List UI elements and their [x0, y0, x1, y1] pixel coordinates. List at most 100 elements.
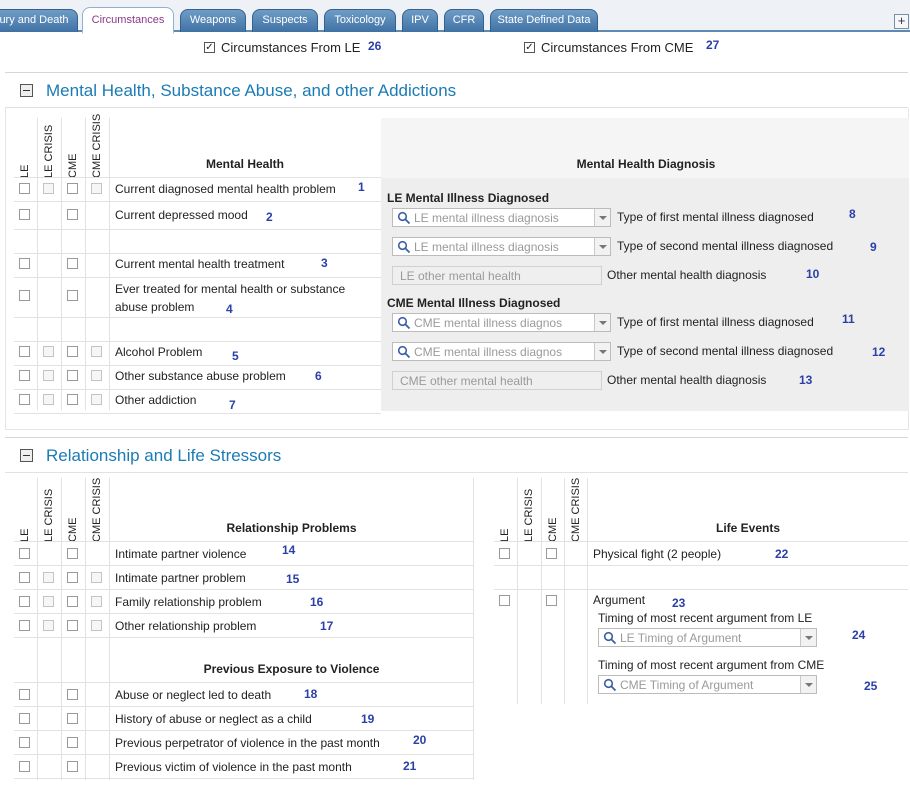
argument-le-checkbox[interactable] — [499, 595, 510, 606]
fight-label: Physical fight (2 people) — [593, 547, 722, 561]
rel-row3-le-checkbox[interactable] — [19, 596, 30, 607]
rel-row3-cme-crisis-checkbox[interactable] — [91, 596, 102, 607]
le-first-diagnosis-select[interactable]: LE mental illness diagnosis — [392, 208, 611, 227]
row5-cme-checkbox[interactable] — [67, 346, 78, 357]
rel-row1-le-checkbox[interactable] — [19, 548, 30, 559]
chevron-down-icon[interactable] — [594, 238, 610, 255]
argument-cme-timing-num: 25 — [864, 679, 878, 693]
tab-weapons[interactable]: Weapons — [180, 9, 246, 32]
search-icon — [603, 678, 617, 692]
tab-circumstances[interactable]: Circumstances — [82, 7, 174, 34]
cme-other-mental-health-num: 13 — [799, 373, 813, 387]
rel-row2-le-crisis-checkbox[interactable] — [43, 572, 54, 583]
grid-line — [14, 177, 381, 178]
fight-le-checkbox[interactable] — [499, 548, 510, 559]
chevron-down-icon[interactable] — [594, 343, 610, 360]
rel-row4-cme-crisis-checkbox[interactable] — [91, 620, 102, 631]
tab-ipv[interactable]: IPV — [402, 9, 438, 32]
row1-le-checkbox[interactable] — [19, 183, 30, 194]
tab-suspects[interactable]: Suspects — [252, 9, 318, 32]
row6-le-checkbox[interactable] — [19, 370, 30, 381]
grid-line — [14, 682, 473, 683]
row7-le-checkbox[interactable] — [19, 394, 30, 405]
argument-le-timing-label: Timing of most recent argument from LE — [598, 611, 813, 625]
chevron-down-icon[interactable] — [800, 629, 816, 646]
rel-row2-cme-crisis-checkbox[interactable] — [91, 572, 102, 583]
circumstances-from-cme-checkbox[interactable]: ✓ — [524, 42, 535, 53]
vio-row4-le-checkbox[interactable] — [19, 761, 30, 772]
expand-icon[interactable]: + — [894, 14, 909, 29]
chevron-down-icon[interactable] — [800, 676, 816, 693]
argument-le-timing-select[interactable]: LE Timing of Argument — [598, 628, 817, 647]
argument-cme-timing-select[interactable]: CME Timing of Argument — [598, 675, 817, 694]
grid-line — [14, 778, 473, 779]
le-second-diagnosis-select[interactable]: LE mental illness diagnosis — [392, 237, 611, 256]
vio-row3-cme-checkbox[interactable] — [67, 737, 78, 748]
row7-cme-crisis-checkbox[interactable] — [91, 394, 102, 405]
row2-cme-checkbox[interactable] — [67, 209, 78, 220]
row6-le-crisis-checkbox[interactable] — [43, 370, 54, 381]
mental-health-section-title: Mental Health, Substance Abuse, and othe… — [46, 81, 457, 100]
vio-row4-cme-checkbox[interactable] — [67, 761, 78, 772]
circumstances-from-le-num: 26 — [368, 39, 382, 53]
rel-row1-cme-checkbox[interactable] — [67, 548, 78, 559]
argument-cme-checkbox[interactable] — [546, 595, 557, 606]
row5-le-crisis-checkbox[interactable] — [43, 346, 54, 357]
fight-num: 22 — [775, 547, 789, 561]
cme-other-mental-health-input[interactable]: CME other mental health — [392, 371, 602, 390]
collapse-icon[interactable] — [20, 84, 33, 97]
circumstances-from-le-checkbox[interactable]: ✓ — [204, 42, 215, 53]
row1-cme-crisis-checkbox[interactable] — [91, 183, 102, 194]
le-other-mental-health-input[interactable]: LE other mental health — [392, 266, 602, 285]
row5-le-checkbox[interactable] — [19, 346, 30, 357]
row3-le-checkbox[interactable] — [19, 258, 30, 269]
row5-label: Alcohol Problem — [115, 345, 203, 359]
row2-le-checkbox[interactable] — [19, 209, 30, 220]
rel-row2-cme-checkbox[interactable] — [67, 572, 78, 583]
vio-row2-cme-checkbox[interactable] — [67, 713, 78, 724]
row6-cme-crisis-checkbox[interactable] — [91, 370, 102, 381]
chevron-down-icon[interactable] — [594, 314, 610, 331]
relationship-section-title: Relationship and Life Stressors — [46, 446, 282, 465]
col-le-crisis-label: LE CRISIS — [523, 488, 535, 542]
row4-le-checkbox[interactable] — [19, 290, 30, 301]
tab-state-defined-data[interactable]: State Defined Data — [490, 9, 598, 32]
vio-row3-le-checkbox[interactable] — [19, 737, 30, 748]
search-icon — [397, 316, 411, 330]
rel-row4-le-checkbox[interactable] — [19, 620, 30, 631]
row1-cme-checkbox[interactable] — [67, 183, 78, 194]
row6-cme-checkbox[interactable] — [67, 370, 78, 381]
row1-le-crisis-checkbox[interactable] — [43, 183, 54, 194]
cme-first-diagnosis-select[interactable]: CME mental illness diagnos — [392, 313, 611, 332]
tab-injury-and-death[interactable]: ury and Death — [0, 9, 78, 32]
tab-cfr[interactable]: CFR — [444, 9, 484, 32]
rel-row3-cme-checkbox[interactable] — [67, 596, 78, 607]
row7-cme-checkbox[interactable] — [67, 394, 78, 405]
row3-cme-checkbox[interactable] — [67, 258, 78, 269]
collapse-icon[interactable] — [20, 449, 33, 462]
search-icon — [397, 211, 411, 225]
cme-second-diagnosis-select[interactable]: CME mental illness diagnos — [392, 342, 611, 361]
argument-cme-timing-placeholder: CME Timing of Argument — [620, 678, 754, 692]
rel-row3-num: 16 — [310, 595, 324, 609]
rel-row4-le-crisis-checkbox[interactable] — [43, 620, 54, 631]
relationship-section-header: Relationship and Life Stressors — [5, 437, 908, 473]
circumstances-from-le-label: Circumstances From LE — [221, 40, 361, 55]
mental-health-header: Mental Health — [205, 157, 284, 171]
row4-cme-checkbox[interactable] — [67, 290, 78, 301]
vio-row1-cme-checkbox[interactable] — [67, 689, 78, 700]
vio-row2-le-checkbox[interactable] — [19, 713, 30, 724]
rel-row2-le-checkbox[interactable] — [19, 572, 30, 583]
chevron-down-icon[interactable] — [594, 209, 610, 226]
rel-row3-le-crisis-checkbox[interactable] — [43, 596, 54, 607]
argument-num: 23 — [672, 596, 686, 610]
fight-cme-checkbox[interactable] — [546, 548, 557, 559]
row5-cme-crisis-checkbox[interactable] — [91, 346, 102, 357]
grid-line — [14, 613, 473, 614]
rel-row1-label: Intimate partner violence — [115, 547, 247, 561]
vio-row4-num: 21 — [403, 759, 417, 773]
tab-toxicology[interactable]: Toxicology — [324, 9, 396, 32]
vio-row1-le-checkbox[interactable] — [19, 689, 30, 700]
row7-le-crisis-checkbox[interactable] — [43, 394, 54, 405]
rel-row4-cme-checkbox[interactable] — [67, 620, 78, 631]
